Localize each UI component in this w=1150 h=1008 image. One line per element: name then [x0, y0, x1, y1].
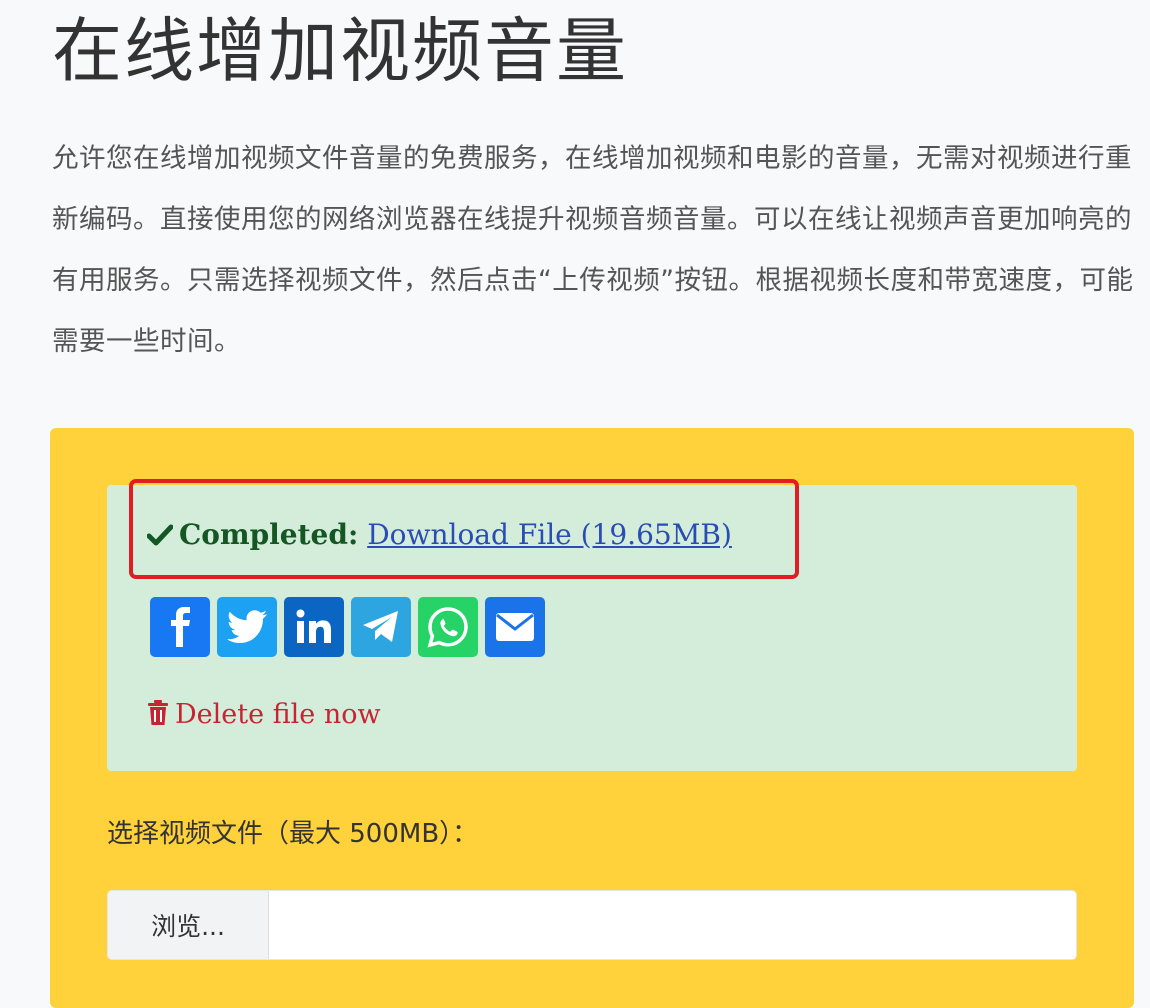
file-input[interactable]: 浏览...	[107, 890, 1077, 960]
browse-button[interactable]: 浏览...	[108, 891, 269, 959]
tool-panel: Completed: Download File (19.65MB) Delet…	[50, 428, 1134, 1008]
linkedin-share-button[interactable]	[284, 597, 344, 657]
whatsapp-share-button[interactable]	[418, 597, 478, 657]
email-icon	[496, 613, 534, 641]
status-line: Completed: Download File (19.65MB)	[146, 518, 732, 553]
delete-file-link[interactable]: Delete file now	[147, 699, 381, 730]
file-select-label: 选择视频文件（最大 500MB）：	[107, 819, 479, 849]
facebook-share-button[interactable]	[150, 597, 210, 657]
check-icon	[146, 520, 174, 553]
download-file-link[interactable]: Download File (19.65MB)	[367, 518, 732, 551]
intro-text: 允许您在线增加视频文件音量的免费服务，在线增加视频和电影的音量，无需对视频进行重…	[52, 143, 1134, 357]
whatsapp-icon	[427, 607, 468, 648]
facebook-icon	[171, 607, 190, 647]
telegram-icon	[363, 611, 398, 642]
twitter-icon	[227, 610, 267, 643]
linkedin-icon	[296, 609, 331, 643]
email-share-button[interactable]	[485, 597, 545, 657]
telegram-share-button[interactable]	[351, 597, 411, 657]
result-alert: Completed: Download File (19.65MB) Delet…	[107, 479, 1077, 771]
completed-label: Completed:	[179, 518, 359, 551]
delete-file-label: Delete file now	[175, 699, 381, 730]
file-name-field[interactable]	[269, 891, 1076, 959]
twitter-share-button[interactable]	[217, 597, 277, 657]
page-title: 在线增加视频音量	[52, 10, 628, 92]
share-buttons	[150, 597, 545, 657]
trash-icon	[148, 700, 168, 725]
